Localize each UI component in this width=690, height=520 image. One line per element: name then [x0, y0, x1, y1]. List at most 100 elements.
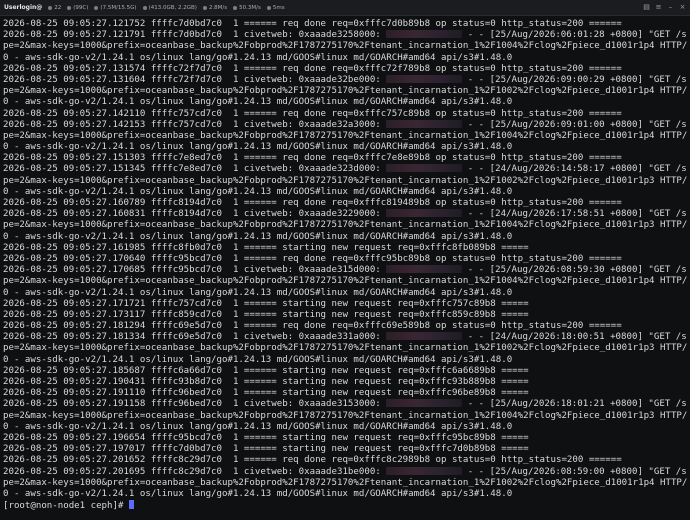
- log-text: - - [25/Aug/2026:06:01:28 +0800] "GET /s…: [467, 30, 687, 41]
- stat-dot-icon: [67, 5, 72, 10]
- log-text: 2026-08-25 09:05:27.142110 ffffc757cd7c0…: [3, 108, 622, 119]
- log-text: pe=2&max-keys=1000&prefix=oceanbase_back…: [3, 276, 687, 287]
- log-text: 2026-08-25 09:05:27.197017 ffffc7d0bd7c0…: [3, 444, 529, 455]
- terminal-line: 2026-08-25 09:05:27.170685 ffffc95bcd7c0…: [3, 265, 687, 276]
- prompt-line[interactable]: [root@non-node1 ceph]#: [3, 500, 687, 511]
- stat-dot-icon: [48, 5, 53, 10]
- log-text: 2026-08-25 09:05:27.131574 ffffc72f7d7c0…: [3, 63, 622, 74]
- terminal-line: 2026-08-25 09:05:27.171721 ffffc757cd7c0…: [3, 299, 687, 310]
- stat-dot-icon: [202, 5, 207, 10]
- log-text: pe=2&max-keys=1000&prefix=oceanbase_back…: [3, 220, 687, 231]
- layout-icon[interactable]: ▤: [643, 4, 650, 11]
- log-text: pe=2&max-keys=1000&prefix=oceanbase_back…: [3, 410, 687, 421]
- terminal-line: pe=2&max-keys=1000&prefix=oceanbase_back…: [3, 41, 687, 52]
- redacted-ip: [386, 119, 463, 128]
- terminal-line: pe=2&max-keys=1000&prefix=oceanbase_back…: [3, 478, 687, 489]
- terminal-line: pe=2&max-keys=1000&prefix=oceanbase_back…: [3, 276, 687, 287]
- terminal-line: 2026-08-25 09:05:27.185687 ffffc6a66d7c0…: [3, 366, 687, 377]
- terminal-line: pe=2&max-keys=1000&prefix=oceanbase_back…: [3, 411, 687, 422]
- stat-item: 50.3M/s: [233, 5, 261, 11]
- log-text: 2026-08-25 09:05:27.170685 ffffc95bcd7c0…: [3, 265, 387, 276]
- stat-label: (413.0GB, 2.2GB): [148, 4, 197, 11]
- terminal-line: 2026-08-25 09:05:27.142110 ffffc757cd7c0…: [3, 109, 687, 120]
- stat-dot-icon: [142, 5, 147, 10]
- stat-item: 5ms: [266, 4, 285, 11]
- terminal-line: 2026-08-25 09:05:27.181334 ffffc69e5d7c0…: [3, 332, 687, 343]
- log-text: 2026-08-25 09:05:27.185687 ffffc6a66d7c0…: [3, 365, 529, 376]
- redacted-ip: [386, 30, 463, 39]
- terminal-output[interactable]: 2026-08-25 09:05:27.121752 ffffc7d0bd7c0…: [3, 19, 687, 519]
- close-icon[interactable]: ×: [679, 4, 686, 11]
- stat-item: 2.8M/s: [202, 5, 227, 11]
- log-text: 2026-08-25 09:05:27.121791 ffffc7d0bd7c0…: [3, 30, 387, 41]
- terminal-line: 2026-08-25 09:05:27.151345 ffffc7e8ed7c0…: [3, 164, 687, 175]
- log-text: 2026-08-25 09:05:27.201695 ffffc8c29d7c0…: [3, 466, 387, 477]
- stat-label: 50.3M/s: [239, 4, 261, 11]
- log-text: 2026-08-25 09:05:27.191158 ffffc96bed7c0…: [3, 399, 387, 410]
- stat-item: (413.0GB, 2.2GB): [142, 4, 197, 11]
- redacted-ip: [386, 332, 463, 341]
- redacted-ip: [386, 265, 463, 274]
- redacted-ip: [386, 399, 463, 408]
- terminal-line: 2026-08-25 09:05:27.161985 ffffc8fb0d7c0…: [3, 243, 687, 254]
- stat-item: (99C): [67, 5, 88, 11]
- log-text: 0 - aws-sdk-go-v2/1.24.1 os/linux lang/g…: [3, 142, 513, 153]
- stat-label: 5ms: [272, 4, 285, 11]
- terminal-line: 2026-08-25 09:05:27.151303 ffffc7e8ed7c0…: [3, 153, 687, 164]
- terminal-line: 0 - aws-sdk-go-v2/1.24.1 os/linux lang/g…: [3, 355, 687, 366]
- log-text: 2026-08-25 09:05:27.161985 ffffc8fb0d7c0…: [3, 242, 529, 253]
- log-text: 2026-08-25 09:05:27.170640 ffffc95bcd7c0…: [3, 253, 622, 264]
- terminal-line: 2026-08-25 09:05:27.121791 ffffc7d0bd7c0…: [3, 30, 687, 41]
- terminal-line: 0 - aws-sdk-go-v2/1.24.1 os/linux lang/g…: [3, 489, 687, 500]
- terminal-line: 0 - aws-sdk-go-v2/1.24.1 os/linux lang/g…: [3, 97, 687, 108]
- log-text: pe=2&max-keys=1000&prefix=oceanbase_back…: [3, 343, 687, 354]
- cursor[interactable]: [128, 500, 134, 510]
- log-text: 0 - aws-sdk-go-v2/1.24.1 os/linux lang/g…: [3, 186, 513, 197]
- terminal-line: 0 - aws-sdk-go-v2/1.24.1 os/linux lang/g…: [3, 232, 687, 243]
- terminal-line: 2026-08-25 09:05:27.196654 ffffc95bcd7c0…: [3, 433, 687, 444]
- stat-dot-icon: [94, 5, 99, 10]
- stat-label: (99C): [73, 4, 89, 11]
- terminal-line: 2026-08-25 09:05:27.131574 ffffc72f7d7c0…: [3, 64, 687, 75]
- terminal-line: 2026-08-25 09:05:27.173117 ffffc859cd7c0…: [3, 310, 687, 321]
- log-text: 2026-08-25 09:05:27.173117 ffffc859cd7c0…: [3, 309, 529, 320]
- terminal-line: 2026-08-25 09:05:27.170640 ffffc95bcd7c0…: [3, 254, 687, 265]
- terminal-line: 2026-08-25 09:05:27.191110 ffffc96bed7c0…: [3, 388, 687, 399]
- terminal-line: 0 - aws-sdk-go-v2/1.24.1 os/linux lang/g…: [3, 288, 687, 299]
- terminal-line: 2026-08-25 09:05:27.121752 ffffc7d0bd7c0…: [3, 19, 687, 30]
- terminal-line: 2026-08-25 09:05:27.201652 ffffc8c29d7c0…: [3, 455, 687, 466]
- terminal-line: pe=2&max-keys=1000&prefix=oceanbase_back…: [3, 343, 687, 354]
- log-text: 0 - aws-sdk-go-v2/1.24.1 os/linux lang/g…: [3, 231, 513, 242]
- redacted-ip: [386, 466, 463, 475]
- stat-label: (7.5M/15.5G): [100, 4, 137, 11]
- terminal-line: 2026-08-25 09:05:27.201695 ffffc8c29d7c0…: [3, 466, 687, 478]
- log-text: - - [24/Aug/2026:17:58:51 +0800] "GET /s…: [467, 209, 687, 220]
- minimize-icon[interactable]: –: [667, 4, 674, 11]
- log-text: 2026-08-25 09:05:27.201652 ffffc8c29d7c0…: [3, 455, 622, 466]
- log-text: - - [25/Aug/2026:08:59:30 +0800] "GET /s…: [467, 265, 687, 276]
- log-text: - - [25/Aug/2026:08:59:00 +0800] "GET /s…: [467, 466, 687, 477]
- menu-icon[interactable]: ≡: [655, 4, 662, 11]
- stat-label: 22: [54, 4, 62, 11]
- log-text: pe=2&max-keys=1000&prefix=oceanbase_back…: [3, 86, 687, 97]
- log-text: 0 - aws-sdk-go-v2/1.24.1 os/linux lang/g…: [3, 354, 513, 365]
- terminal-line: 2026-08-25 09:05:27.160831 ffffc8194d7c0…: [3, 209, 687, 220]
- log-text: - - [24/Aug/2026:14:58:17 +0800] "GET /s…: [467, 164, 687, 175]
- log-text: pe=2&max-keys=1000&prefix=oceanbase_back…: [3, 41, 687, 52]
- log-text: - - [25/Aug/2026:09:01:00 +0800] "GET /s…: [467, 119, 687, 130]
- terminal-line: 0 - aws-sdk-go-v2/1.24.1 os/linux lang/g…: [3, 142, 687, 153]
- terminal-line: pe=2&max-keys=1000&prefix=oceanbase_back…: [3, 220, 687, 231]
- log-text: 2026-08-25 09:05:27.181294 ffffc69e5d7c0…: [3, 321, 622, 332]
- terminal-line: 2026-08-25 09:05:27.181294 ffffc69e5d7c0…: [3, 321, 687, 332]
- log-text: pe=2&max-keys=1000&prefix=oceanbase_back…: [3, 477, 687, 488]
- log-text: 2026-08-25 09:05:27.196654 ffffc95bcd7c0…: [3, 432, 529, 443]
- log-text: 0 - aws-sdk-go-v2/1.24.1 os/linux lang/g…: [3, 52, 513, 63]
- window-controls: ▤ ≡ – ×: [643, 4, 686, 11]
- terminal-line: 2026-08-25 09:05:27.131604 ffffc72f7d7c0…: [3, 74, 687, 86]
- log-text: pe=2&max-keys=1000&prefix=oceanbase_back…: [3, 175, 687, 186]
- log-text: - - [25/Aug/2026:09:00:29 +0800] "GET /s…: [467, 74, 687, 85]
- log-text: 2026-08-25 09:05:27.151303 ffffc7e8ed7c0…: [3, 153, 622, 164]
- terminal-window: Userlogin@ 22 (99C) (7.5M/15.5G) (413.0GB, …: [0, 0, 690, 520]
- log-text: 0 - aws-sdk-go-v2/1.24.1 os/linux lang/g…: [3, 421, 513, 432]
- terminal-line: 0 - aws-sdk-go-v2/1.24.1 os/linux lang/g…: [3, 187, 687, 198]
